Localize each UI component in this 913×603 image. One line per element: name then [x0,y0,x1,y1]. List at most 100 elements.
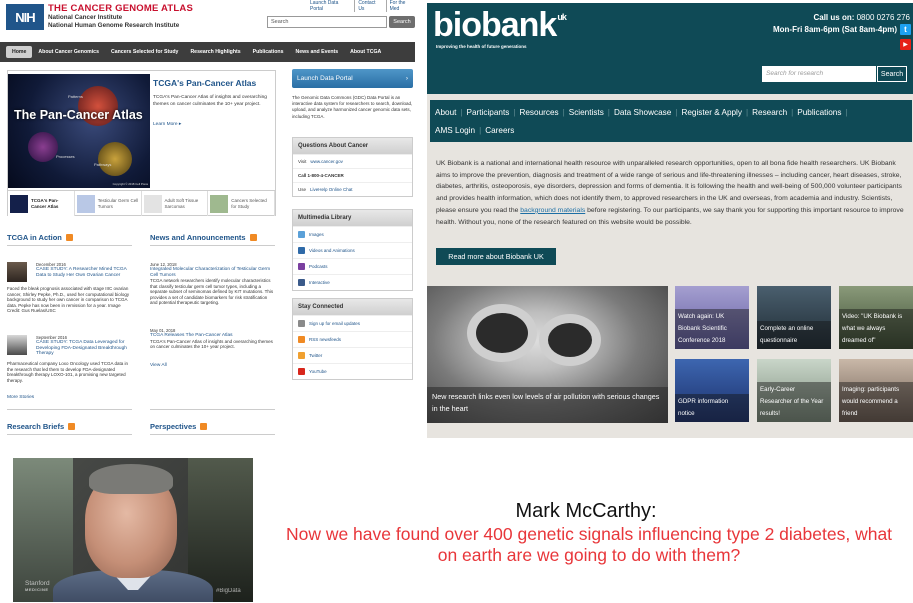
video-icon [298,247,305,254]
tagline: Improving the health of future generatio… [436,44,527,49]
livehelp-link[interactable]: LiveHelp Online Chat [310,187,353,192]
nih-logo[interactable]: NIH [6,4,44,30]
thumb-sarcomas[interactable]: Adult Soft Tissue Sarcomas [142,191,209,216]
background-materials-link[interactable]: background materials [520,207,585,214]
thumb-cancers-selected[interactable]: Cancers Selected for Study [208,191,275,216]
biobank-logo[interactable]: biobankuk [433,6,567,45]
nav-research[interactable]: Research [752,108,797,117]
thumb-pan-cancer[interactable]: TCGA's Pan-Cancer Atlas [8,191,75,216]
news-summary: TCGA's Pan-Cancer Atlas of insights and … [150,338,273,350]
search-input[interactable]: Search [267,16,387,28]
multimedia-header: Multimedia Library [293,210,412,226]
tile-scientific-conference[interactable]: Watch again: UK Biobank Scientific Confe… [675,286,749,349]
biobank-website-screenshot: biobankuk Improving the health of future… [427,3,913,438]
story-item: September 2016 CASE STUDY: TCGA Data Lev… [36,335,134,357]
nav-publications[interactable]: Publications [247,46,290,58]
tile-video-dream[interactable]: Video: "UK Biobank is what we always dre… [839,286,913,349]
for-the-media-link[interactable]: For the Med [385,0,415,12]
news-item: May 01, 2018 TCGA Releases The Pan-Cance… [150,328,275,350]
twitter-icon [298,352,305,359]
nav-data-showcase[interactable]: Data Showcase [614,108,682,117]
news-heading[interactable]: News and Announcements [150,233,257,242]
twitter-icon[interactable]: t [900,24,911,35]
avatar [7,262,27,282]
rss-icon[interactable] [249,234,257,241]
interview-video-frame[interactable]: Stanford MEDICINE #BigData [13,458,253,602]
news-link[interactable]: Integrated Molecular Characterization of… [150,267,275,278]
rss-icon[interactable] [65,234,73,241]
images-link[interactable]: Images [293,226,412,242]
monitor-icon [298,279,305,286]
tile-gdpr[interactable]: GDPR information notice [675,359,749,422]
tcga-website-screenshot: NIH THE CANCER GENOME ATLAS National Can… [0,0,415,437]
nav-scientists[interactable]: Scientists [569,108,614,117]
tile-questionnaire[interactable]: Complete an online questionnaire [757,286,831,349]
youtube-icon[interactable]: ▶ [900,39,911,50]
tile-early-career[interactable]: Early-Career Researcher of the Year resu… [757,359,831,422]
main-nav: AboutParticipantsResourcesScientistsData… [430,100,912,142]
read-more-button[interactable]: Read more about Biobank UK [436,248,556,265]
nav-ams-login[interactable]: AMS Login [435,126,485,135]
rss-link[interactable]: RSS newsfeeds [293,331,412,347]
search-input[interactable]: Search for research [762,66,876,82]
featured-story-air-pollution[interactable]: New research links even low levels of ai… [427,286,668,423]
divider [7,434,132,435]
nav-resources[interactable]: Resources [519,108,568,117]
call-number: Call 1-800-4-CANCER [293,168,412,182]
view-all-link[interactable]: View All [150,363,167,369]
podcasts-link[interactable]: Podcasts [293,258,412,274]
interactive-link[interactable]: Interactive [293,274,412,290]
nav-about[interactable]: About [435,108,467,117]
image-copyright: Copyright © 2018 Cell Press [112,182,148,186]
more-stories-link[interactable]: More Stories [7,395,34,401]
videos-link[interactable]: Videos and Animations [293,242,412,258]
subtitle-nhgri: National Human Genome Research Institute [48,22,180,29]
quote-speaker: Mark McCarthy: [515,500,657,522]
hero-title[interactable]: TCGA's Pan-Cancer Atlas [153,78,256,88]
story-summary: Faced the bleak prognosis associated wit… [7,286,130,314]
tile-imaging[interactable]: Imaging: participants would recommend a … [839,359,913,422]
perspectives-heading[interactable]: Perspectives [150,422,208,431]
story-item: December 2016 CASE STUDY: A Researcher M… [36,262,134,278]
search-button[interactable]: Search [389,16,415,28]
nav-cancers-selected[interactable]: Cancers Selected for Study [105,46,184,58]
cancer-gov-link[interactable]: www.cancer.gov [310,159,343,164]
rss-icon[interactable] [68,423,76,430]
divider [7,245,132,246]
research-briefs-heading[interactable]: Research Briefs [7,422,76,431]
contact-us-link[interactable]: Contact Us [354,0,381,12]
twitter-link[interactable]: Twitter [293,347,412,363]
pan-cancer-atlas-image[interactable]: Patterns Processes Pathways The Pan-Canc… [8,74,150,188]
nav-participants[interactable]: Participants [467,108,520,117]
youtube-link[interactable]: YouTube [293,363,412,379]
nav-about-tcga[interactable]: About TCGA [344,46,387,58]
site-title: THE CANCER GENOME ATLAS [48,3,193,14]
learn-more-link[interactable]: Learn More ▸ [153,122,181,127]
intro-paragraph: UK Biobank is a national and internation… [436,160,904,226]
nav-research-highlights[interactable]: Research Highlights [184,46,246,58]
nav-register-apply[interactable]: Register & Apply [681,108,752,117]
nav-about-cancer-genomics[interactable]: About Cancer Genomics [32,46,105,58]
nav-careers[interactable]: Careers [485,126,522,135]
multimedia-box: Multimedia Library Images Videos and Ani… [292,209,413,291]
launch-data-portal-button[interactable]: Launch Data Portal › [292,69,413,88]
hero-description: TCGA's Pan-Cancer Atlas of insights and … [153,95,267,107]
nav-publications[interactable]: Publications [797,108,851,117]
gdc-description: The Genomic Data Commons (GDC) Data Port… [292,95,413,119]
tcga-in-action-heading[interactable]: TCGA in Action [7,233,73,242]
search-button[interactable]: Search [877,66,907,82]
divider [150,409,275,410]
rss-icon[interactable] [200,423,208,430]
stay-connected-box: Stay Connected Sign up for email updates… [292,298,413,380]
email-updates-link[interactable]: Sign up for email updates [293,315,412,331]
divider [150,434,275,435]
label-processes: Processes [56,154,75,159]
story-link[interactable]: CASE STUDY: TCGA Data Leveraged for Deve… [36,340,134,357]
story-summary: Pharmaceutical company Loxo Oncology use… [7,361,128,383]
tile-caption: GDPR information notice [675,394,749,422]
launch-data-portal-link[interactable]: Launch Data Portal [307,0,350,12]
nav-home[interactable]: Home [6,46,33,58]
nav-news-events[interactable]: News and Events [289,46,344,58]
thumb-testicular[interactable]: Testicular Germ Cell Tumors [75,191,142,216]
story-link[interactable]: CASE STUDY: A Researcher Mined TCGA Data… [36,267,134,278]
